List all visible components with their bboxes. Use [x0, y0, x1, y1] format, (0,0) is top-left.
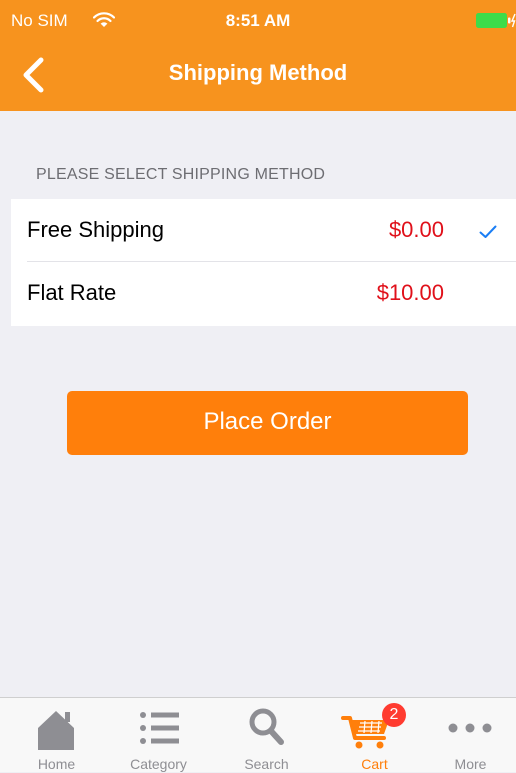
- shipping-option-name: Flat Rate: [27, 280, 117, 305]
- tab-label: Category: [130, 756, 187, 772]
- shipping-option-flat-rate[interactable]: Flat Rate $10.00: [11, 262, 516, 325]
- section-header: PLEASE SELECT SHIPPING METHOD: [36, 166, 326, 183]
- tab-search[interactable]: Search: [215, 698, 318, 773]
- cart-icon: [341, 716, 389, 749]
- tab-label: Search: [244, 756, 289, 772]
- page-title: Shipping Method: [168, 60, 348, 85]
- tab-category[interactable]: Category: [107, 698, 210, 773]
- tab-label: Home: [37, 756, 76, 772]
- navigation-bar: No SIM 8:51 AM Shipping Method: [0, 0, 516, 111]
- shipping-option-price: $10.00: [376, 280, 444, 305]
- more-icon: [448, 723, 492, 733]
- list-icon: [140, 712, 179, 744]
- shipping-options-list: Free Shipping $0.00 Flat Rate $10.00: [11, 199, 516, 326]
- place-order-button[interactable]: Place Order: [67, 391, 468, 455]
- shipping-option-price: $0.00: [388, 217, 444, 242]
- cart-badge: 2: [382, 703, 406, 727]
- tab-home[interactable]: Home: [5, 698, 108, 773]
- tab-cart[interactable]: 2 Cart: [323, 698, 426, 773]
- checkmark-icon: [479, 225, 497, 238]
- shipping-option-name: Free Shipping: [27, 217, 164, 242]
- tab-label: Cart: [361, 756, 388, 772]
- battery-icon: [476, 13, 516, 28]
- status-time: 8:51 AM: [225, 11, 291, 30]
- tab-bar: Home Category Search 2 Cart More: [0, 697, 516, 772]
- home-icon: [38, 711, 74, 750]
- shipping-option-free-shipping[interactable]: Free Shipping $0.00: [11, 199, 516, 262]
- tab-label: More: [454, 756, 487, 772]
- tab-more[interactable]: More: [419, 698, 516, 773]
- search-icon: [249, 708, 284, 745]
- status-bar: No SIM 8:51 AM: [0, 0, 516, 40]
